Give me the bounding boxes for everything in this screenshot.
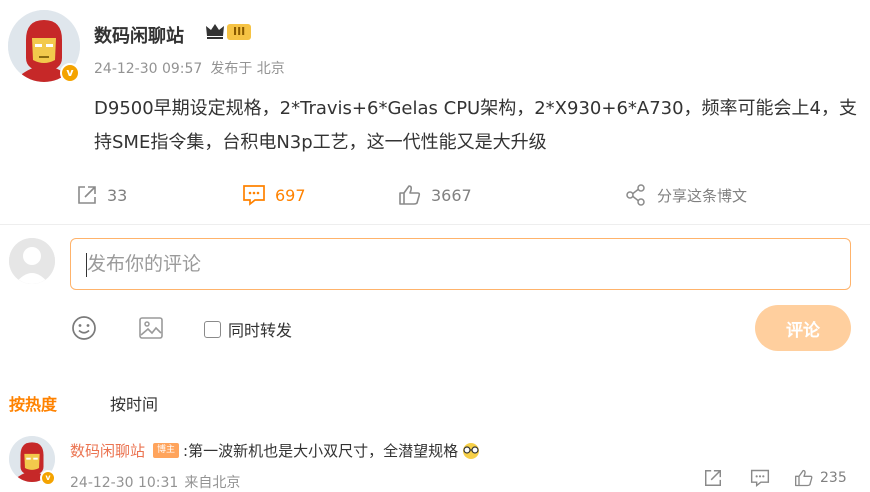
submit-comment-button[interactable]: 评论 — [755, 305, 851, 351]
glasses-emoji-icon — [463, 442, 480, 459]
post-header: v 数码闲聊站 III 24-12-30 09:57 发布于 北京 — [8, 8, 868, 88]
image-button[interactable] — [137, 314, 165, 342]
post-source: 发布于 北京 — [210, 61, 285, 77]
share-label: 分享这条博文 — [657, 186, 748, 205]
crown-icon — [206, 24, 224, 39]
post-text: D9500早期设定规格，2*Travis+6*Gelas CPU架构，2*X93… — [94, 98, 858, 153]
repost-count: 33 — [107, 185, 128, 205]
comment-repost-button[interactable] — [703, 468, 723, 488]
repost-option-label: 同时转发 — [228, 321, 293, 340]
comment-like-count: 235 — [820, 470, 847, 486]
author-name[interactable]: 数码闲聊站 — [94, 22, 184, 48]
comment-timestamp: 24-12-30 10:31 — [70, 475, 179, 491]
repost-icon — [78, 186, 96, 204]
sort-by-time-tab[interactable]: 按时间 — [110, 391, 158, 415]
comment-verified-badge: v — [40, 470, 56, 486]
share-icon — [626, 184, 645, 206]
like-count: 3667 — [431, 185, 472, 205]
post-timestamp[interactable]: 24-12-30 09:57 — [94, 61, 202, 77]
like-button[interactable]: 3667 — [398, 178, 472, 212]
like-icon — [399, 185, 421, 205]
repost-checkbox[interactable] — [204, 320, 221, 338]
text-cursor — [86, 253, 87, 277]
sort-by-hot-tab[interactable]: 按热度 — [9, 391, 57, 415]
share-button[interactable]: 分享这条博文 — [625, 178, 747, 212]
like-icon — [795, 469, 813, 487]
divider — [0, 224, 870, 225]
comment-icon — [750, 469, 770, 487]
emoji-button[interactable] — [70, 314, 98, 342]
verified-badge: v — [60, 63, 80, 83]
post-meta: 24-12-30 09:57 发布于 北京 — [94, 58, 285, 78]
comment-line: 数码闲聊站 博主 :第一波新机也是大小双尺寸，全潜望规格 — [70, 440, 482, 461]
post-actions: 33 697 3667 分享这条博文 — [0, 178, 870, 212]
repost-button[interactable]: 33 — [76, 178, 127, 212]
comment-text: :第一波新机也是大小双尺寸，全潜望规格 — [183, 442, 459, 460]
repost-option[interactable]: 同时转发 — [204, 317, 292, 341]
comment-meta: 24-12-30 10:31 来自北京 — [70, 472, 240, 492]
repost-icon — [705, 470, 721, 486]
comment-icon — [243, 185, 265, 206]
current-user-avatar — [9, 238, 55, 284]
emoji-icon — [72, 316, 96, 340]
comment-author[interactable]: 数码闲聊站 — [70, 440, 145, 461]
comment-button[interactable]: 697 — [242, 178, 306, 212]
comment-count: 697 — [275, 185, 306, 205]
author-tag: 博主 — [153, 443, 180, 458]
level-badge: III — [227, 24, 252, 40]
image-icon — [139, 317, 163, 339]
comment-reply-button[interactable] — [750, 468, 770, 488]
comment-location: 来自北京 — [184, 475, 241, 491]
comment-input-box[interactable] — [70, 238, 851, 290]
comment-like-button[interactable]: 235 — [794, 468, 847, 488]
comment-input[interactable] — [71, 239, 850, 289]
